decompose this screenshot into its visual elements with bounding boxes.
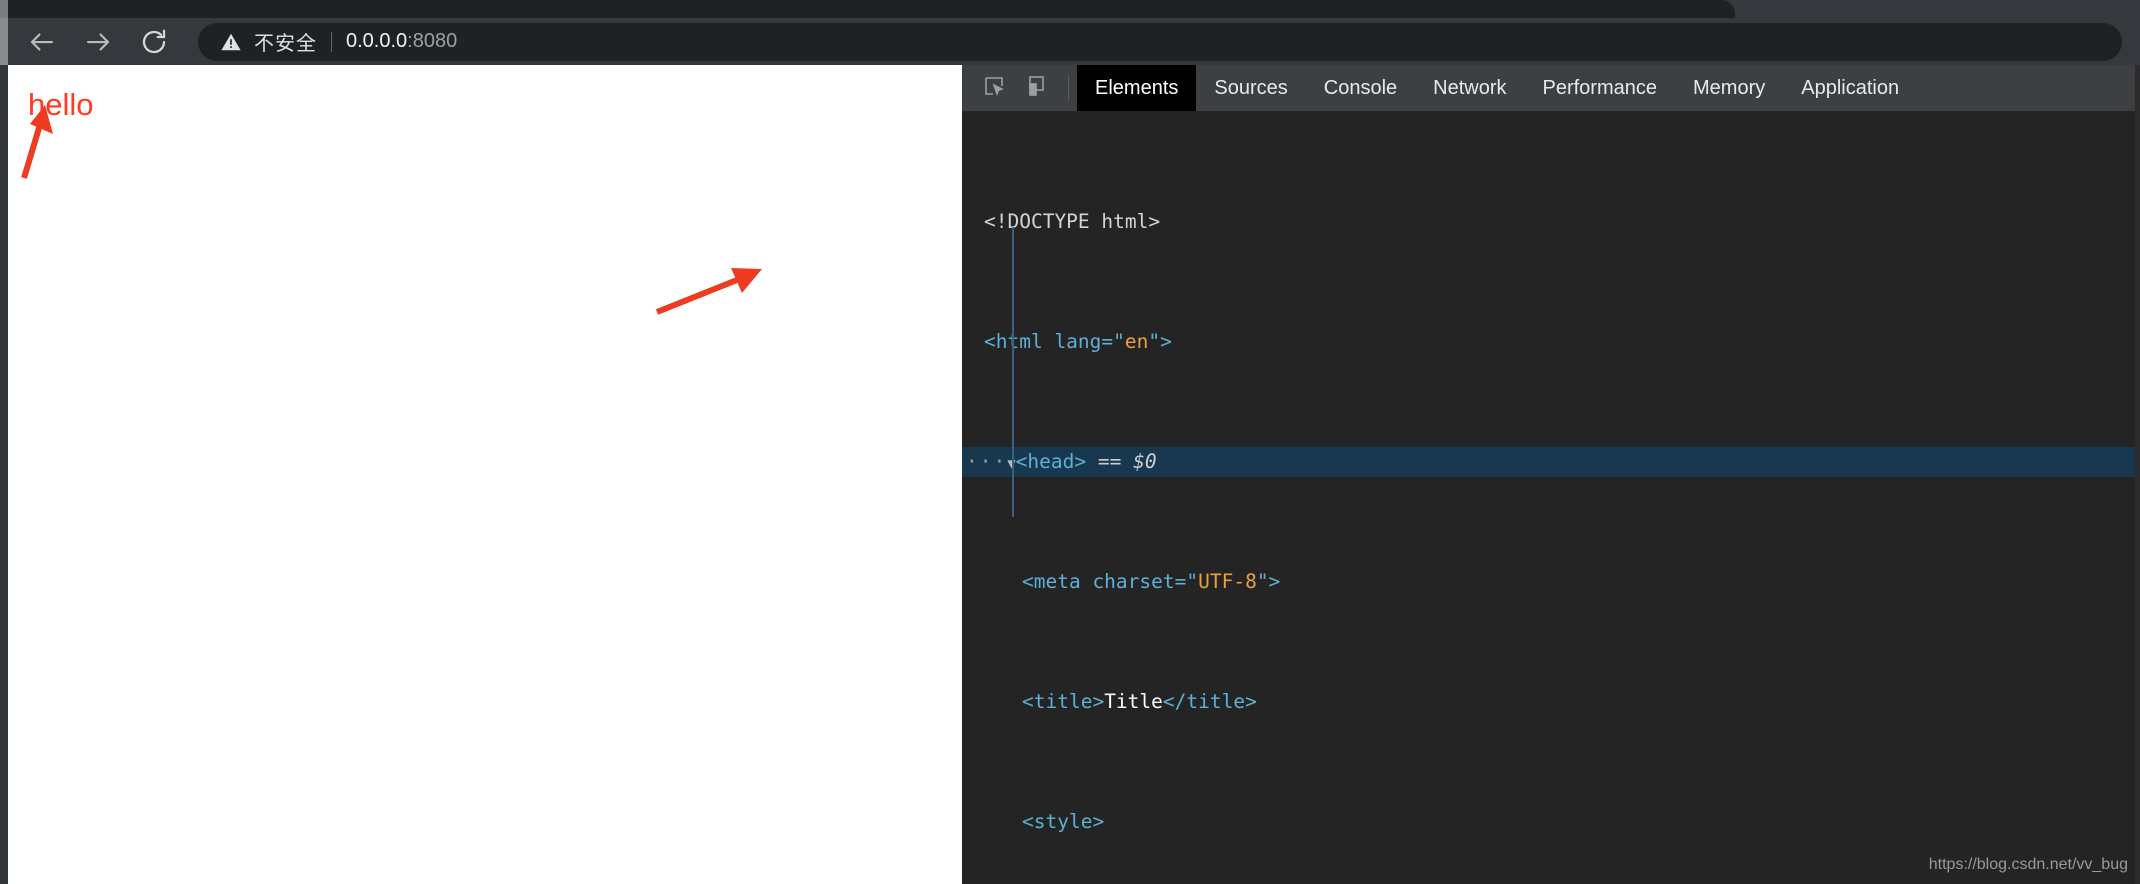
devtools-tab-list: Elements Sources Console Network Perform… [1077, 65, 1917, 111]
device-toolbar-button[interactable] [1016, 65, 1060, 111]
dom-row-style-open[interactable]: <style> [962, 807, 2140, 837]
toolbar-divider [1068, 75, 1069, 101]
dom-row-doctype[interactable]: <!DOCTYPE html> [962, 207, 2140, 237]
arrow-left-icon [27, 27, 57, 57]
html-tag-open: <html lang=" [984, 330, 1125, 353]
tab-strip [0, 0, 2140, 18]
active-browser-tab[interactable] [0, 0, 1735, 18]
browser-window: 不安全 0.0.0.0:8080 hello Elements Sources… [0, 0, 2140, 884]
head-equals: == [1097, 450, 1122, 473]
warning-triangle-icon [220, 31, 242, 53]
style-tag-open: <style> [1022, 810, 1105, 833]
title-text: Title [1104, 690, 1163, 713]
devtools-panel: Elements Sources Console Network Perform… [962, 65, 2140, 884]
tab-performance[interactable]: Performance [1525, 65, 1676, 111]
dom-row-html[interactable]: <html lang="en"> [962, 327, 2140, 357]
dom-row-title[interactable]: <title>Title</title> [962, 687, 2140, 717]
meta-charset-value: UTF-8 [1198, 570, 1257, 593]
meta-tag-close: "> [1256, 570, 1281, 593]
dom-row-head-selected[interactable]: ···▼<head> == $0 [962, 447, 2140, 477]
url-host: 0.0.0.0 [346, 30, 408, 52]
browser-toolbar: 不安全 0.0.0.0:8080 [0, 18, 2140, 65]
html-lang-value: en [1124, 330, 1149, 353]
url-port: :8080 [407, 30, 458, 52]
tab-sources[interactable]: Sources [1196, 65, 1305, 111]
page-hello-text: hello [28, 87, 94, 122]
head-console-ref: $0 [1133, 450, 1157, 473]
address-bar[interactable]: 不安全 0.0.0.0:8080 [198, 22, 2122, 61]
forward-button[interactable] [70, 18, 126, 65]
window-left-edge [0, 0, 8, 18]
tab-application[interactable]: Application [1783, 65, 1917, 111]
dom-row-meta[interactable]: <meta charset="UTF-8"> [962, 567, 2140, 597]
html-tag-close: "> [1148, 330, 1172, 353]
device-toolbar-icon [1026, 74, 1050, 103]
title-tag-close: </title> [1162, 690, 1257, 713]
devtools-toolbar: Elements Sources Console Network Perform… [962, 65, 2140, 111]
security-status-label: 不安全 [254, 31, 317, 55]
head-tag: <head> [1015, 450, 1087, 473]
page-viewport: hello [8, 65, 962, 884]
watermark-url: https://blog.csdn.net/vv_bug [1928, 856, 2128, 873]
dom-indent-guide [1012, 227, 1014, 517]
title-tag-open: <title> [1022, 690, 1105, 713]
tab-elements[interactable]: Elements [1077, 65, 1197, 111]
tab-console[interactable]: Console [1306, 65, 1415, 111]
window-left-rail [0, 18, 8, 65]
omnibox-divider [331, 31, 332, 52]
elements-dom-tree[interactable]: <!DOCTYPE html> <html lang="en"> ···▼<he… [962, 111, 2140, 884]
row-more-dots[interactable]: ··· [962, 450, 1007, 473]
reload-icon [139, 27, 169, 57]
back-button[interactable] [14, 18, 70, 65]
tab-memory[interactable]: Memory [1675, 65, 1783, 111]
devtools-right-scrollbar[interactable] [2135, 65, 2140, 884]
arrow-right-icon [83, 27, 113, 57]
tab-network[interactable]: Network [1415, 65, 1524, 111]
reload-button[interactable] [126, 18, 182, 65]
inspect-element-icon [982, 74, 1006, 103]
inspect-element-button[interactable] [972, 65, 1016, 111]
doctype-text: <!DOCTYPE html> [984, 210, 1161, 233]
meta-tag-open: <meta charset=" [1022, 570, 1199, 593]
